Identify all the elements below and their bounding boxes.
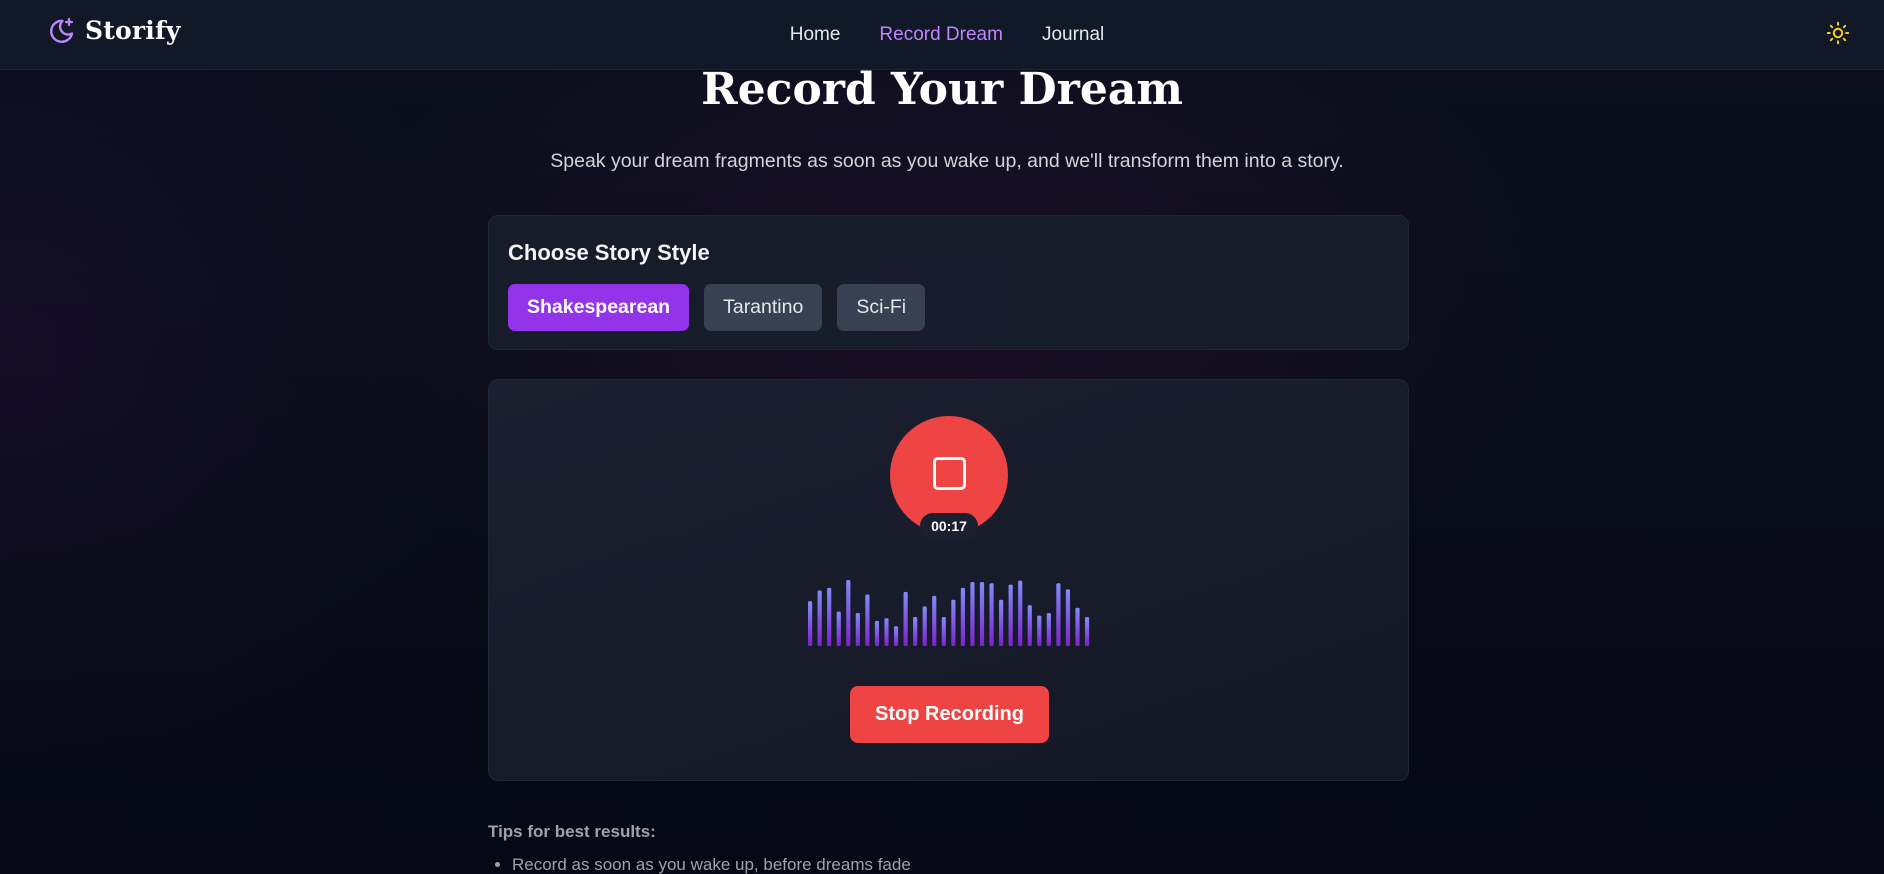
waveform-bar — [941, 616, 946, 646]
tips-heading: Tips for best results: — [488, 822, 656, 841]
waveform-bar — [970, 581, 975, 646]
waveform-bar — [999, 599, 1004, 646]
recorder-card: 00:17 Stop Recording — [488, 379, 1409, 781]
waveform-bar — [1084, 616, 1090, 646]
waveform-bar — [865, 594, 870, 646]
nav-journal[interactable]: Journal — [1042, 24, 1104, 46]
waveform-bar — [951, 599, 956, 646]
nav-home[interactable]: Home — [790, 24, 841, 46]
waveform-bar — [1037, 615, 1042, 646]
waveform-bar — [817, 590, 822, 646]
waveform-bar — [960, 587, 965, 646]
sun-icon — [1826, 21, 1850, 45]
style-option-tarantino[interactable]: Tarantino — [704, 284, 823, 331]
story-style-heading: Choose Story Style — [508, 240, 710, 265]
audio-waveform — [808, 580, 1090, 646]
waveform-bar — [1075, 607, 1080, 646]
waveform-bar — [855, 613, 860, 646]
waveform-bar — [922, 606, 927, 646]
page-title: Record Your Dream — [701, 64, 1183, 115]
style-option-shakespearean[interactable]: Shakespearean — [508, 284, 690, 331]
waveform-bar — [989, 583, 994, 646]
theme-toggle-button[interactable] — [1824, 19, 1852, 47]
story-style-card: Choose Story Style Shakespearean Taranti… — [488, 215, 1409, 350]
waveform-bar — [1008, 584, 1013, 646]
waveform-bar — [1065, 589, 1071, 646]
waveform-bar — [1018, 580, 1023, 646]
nav-record-dream[interactable]: Record Dream — [879, 24, 1003, 46]
waveform-bar — [836, 611, 841, 646]
waveform-bar — [913, 616, 918, 646]
waveform-bar — [827, 587, 832, 646]
waveform-bar — [1027, 605, 1032, 646]
page-subtitle: Speak your dream fragments as soon as yo… — [550, 150, 1344, 172]
waveform-bar — [1056, 583, 1061, 646]
recording-timer: 00:17 — [920, 513, 978, 539]
waveform-bar — [846, 580, 851, 646]
waveform-bar — [874, 620, 880, 646]
tips-list: Record as soon as you wake up, before dr… — [512, 855, 911, 874]
stop-square-icon — [932, 456, 966, 490]
tip-item: Record as soon as you wake up, before dr… — [512, 855, 911, 874]
top-navbar: Storify Home Record Dream Journal — [0, 0, 1884, 70]
waveform-bar — [903, 591, 908, 646]
waveform-bar — [979, 581, 985, 646]
story-style-options: Shakespearean Tarantino Sci-Fi — [508, 284, 926, 331]
waveform-bar — [1046, 613, 1051, 646]
main-nav: Home Record Dream Journal — [0, 0, 1884, 70]
style-option-sci-fi[interactable]: Sci-Fi — [837, 284, 926, 331]
waveform-bar — [932, 595, 937, 646]
waveform-bar — [808, 601, 813, 646]
stop-recording-button[interactable]: Stop Recording — [850, 686, 1049, 743]
waveform-bar — [884, 618, 889, 646]
waveform-bar — [893, 626, 899, 646]
